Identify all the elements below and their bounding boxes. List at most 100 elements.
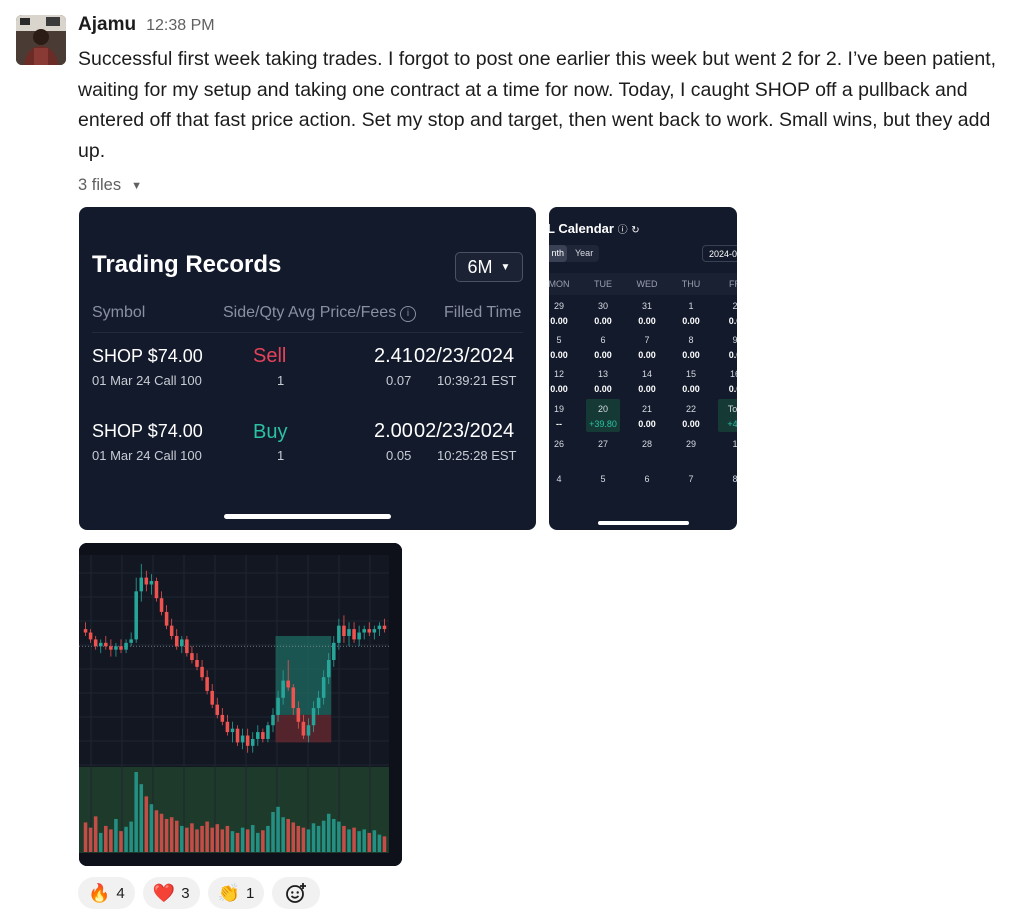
add-reaction-button[interactable] xyxy=(272,877,321,909)
candle-body xyxy=(215,704,220,715)
day-number: 13 xyxy=(597,369,608,379)
volume-bar xyxy=(306,829,311,852)
candle-body xyxy=(210,690,214,705)
heart-icon: ❤️ xyxy=(152,883,176,903)
volume-bar xyxy=(276,806,280,852)
candle-body xyxy=(104,642,108,647)
calendar-day: 6 xyxy=(627,473,667,485)
reaction-count: 1 xyxy=(245,884,255,902)
candle-body xyxy=(372,629,377,633)
volume-bar xyxy=(357,831,361,852)
row-date: 02/23/2024 xyxy=(414,345,515,367)
candle-body xyxy=(169,625,174,636)
volume-bar xyxy=(164,818,169,852)
volume-bar xyxy=(332,818,336,852)
day-pnl: 0.00 xyxy=(682,350,700,360)
volume-bar xyxy=(154,810,159,852)
calendar-day: 20.0 xyxy=(715,300,737,327)
day-pnl: 0.00 xyxy=(682,419,700,429)
day-number: 7 xyxy=(644,335,650,345)
volume-bar xyxy=(174,820,179,852)
home-indicator xyxy=(224,514,391,519)
candle-body xyxy=(316,697,321,709)
candle-body xyxy=(164,611,169,626)
volume-bar xyxy=(93,816,98,852)
day-number: 5 xyxy=(556,335,562,345)
volume-bar xyxy=(230,831,235,852)
weekday-label: MON xyxy=(549,279,570,289)
day-number: 15 xyxy=(685,369,696,379)
candle-body xyxy=(347,629,351,636)
calendar-day: 29 xyxy=(671,438,711,450)
day-pnl: 0.0 xyxy=(728,316,737,326)
volume-bar xyxy=(235,832,240,852)
profit-zone xyxy=(275,635,332,715)
candle-body xyxy=(382,625,387,630)
candle-body xyxy=(83,629,88,633)
volume-bar xyxy=(301,827,306,852)
pl-calendar-image[interactable]: L Calendar ⓘ ↻ nth Year 2024-0 MON TUE WED… xyxy=(549,207,737,530)
reaction-heart[interactable]: ❤️ 3 xyxy=(142,877,200,909)
day-pnl: 0.00 xyxy=(550,350,568,360)
calendar-day: 7 xyxy=(671,473,711,485)
candle-body xyxy=(332,642,336,660)
calendar-day: 5 xyxy=(583,473,623,485)
candle-body xyxy=(134,591,138,640)
volume-bar xyxy=(195,829,199,852)
candle-body xyxy=(159,598,164,612)
day-number: 4 xyxy=(556,474,562,484)
day-pnl: 0.00 xyxy=(638,419,656,429)
weekday-label: TUE xyxy=(594,279,612,289)
candle-body xyxy=(220,714,225,722)
volume-bar xyxy=(124,826,128,852)
author-name[interactable]: Ajamu xyxy=(78,14,136,36)
price-chart-image[interactable] xyxy=(79,543,402,866)
timestamp[interactable]: 12:38 PM xyxy=(146,17,214,35)
volume-bar xyxy=(134,772,138,852)
reaction-clap[interactable]: 👏 1 xyxy=(207,877,265,909)
calendar-tabs: nth Year xyxy=(549,245,599,262)
candle-body xyxy=(144,577,149,585)
reaction-fire[interactable]: 🔥 4 xyxy=(78,877,135,909)
volume-bar xyxy=(250,825,255,852)
volume-bar xyxy=(316,825,321,852)
candle-body xyxy=(281,680,285,698)
calendar-day: 90.0 xyxy=(715,334,737,361)
volume-bar xyxy=(281,817,285,852)
day-number: 29 xyxy=(685,439,696,449)
row-date: 02/23/2024 xyxy=(414,420,515,442)
row-symbol: SHOP $74.00 xyxy=(92,346,203,366)
day-pnl: 0.00 xyxy=(682,384,700,394)
calendar-day: 30 0.00 xyxy=(583,300,623,327)
volume-bar xyxy=(245,829,250,852)
volume-bar xyxy=(144,796,149,852)
weekday-label: THU xyxy=(681,279,701,289)
candle-body xyxy=(109,646,113,650)
calendar-day: 13 0.00 xyxy=(583,368,623,395)
calendar-day: 5 0.00 xyxy=(549,334,579,361)
candle-body xyxy=(240,735,245,743)
col-side-qty: Side/Qty xyxy=(223,304,285,321)
candle-body xyxy=(119,646,123,650)
volume-bar xyxy=(225,825,230,852)
avatar[interactable] xyxy=(16,15,66,65)
candle-body xyxy=(326,660,331,678)
candle-body xyxy=(337,625,341,643)
day-number: 22 xyxy=(685,404,696,414)
candle-body xyxy=(357,632,361,640)
reaction-count: 4 xyxy=(116,884,125,902)
volume-bar xyxy=(266,825,270,852)
volume-bar xyxy=(291,822,296,852)
files-toggle[interactable]: 3 files ▼ xyxy=(78,176,142,195)
calendar-day: 28 xyxy=(627,438,667,450)
day-number: Tod xyxy=(727,404,737,414)
calendar-day: 15 0.00 xyxy=(671,368,711,395)
day-pnl: 0.00 xyxy=(594,316,612,326)
candle-body xyxy=(185,639,189,654)
info-icon: ⓘ xyxy=(617,225,628,236)
trading-records-image[interactable]: Trading Records 6M ▼ Symbol Side/Qty Avg… xyxy=(79,207,536,530)
volume-bar xyxy=(377,834,382,852)
day-number: 1 xyxy=(732,439,737,449)
volume-bar xyxy=(88,827,93,852)
divider xyxy=(92,332,523,333)
